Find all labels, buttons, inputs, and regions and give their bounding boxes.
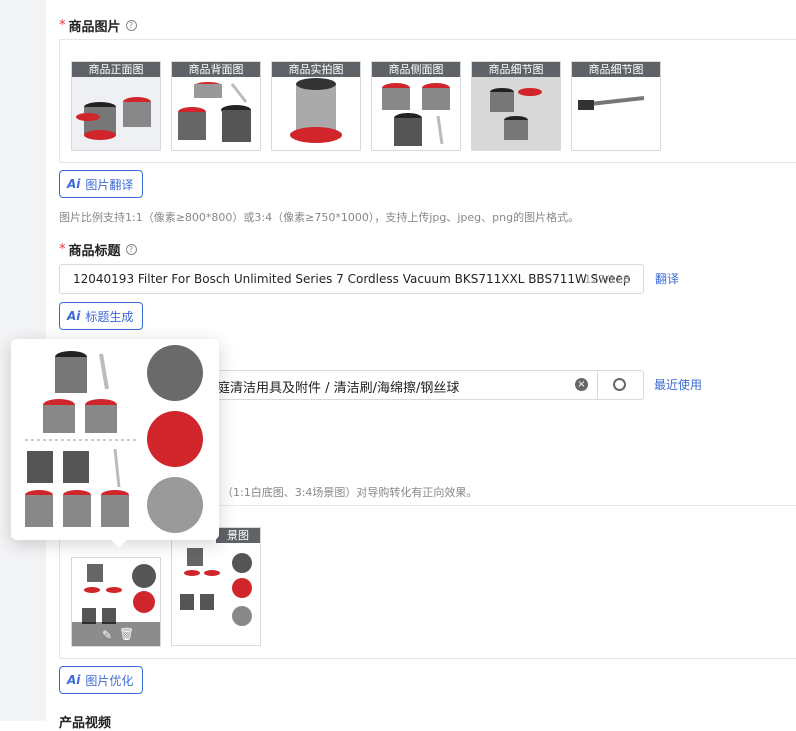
product-image-thumb[interactable]: 商品背面图	[171, 61, 261, 151]
product-image-thumb[interactable]: 商品正面图	[71, 61, 161, 151]
recent-used-link[interactable]: 最近使用	[654, 376, 702, 393]
product-images-label: * 商品图片 ?	[59, 16, 137, 35]
title-translate-link[interactable]: 翻译	[655, 270, 679, 287]
scene-image-thumb[interactable]: 景图	[171, 527, 261, 646]
image-optimize-button[interactable]: Ai 图片优化	[59, 666, 144, 694]
image-preview-popover	[11, 339, 219, 548]
product-image-thumb[interactable]: 商品实拍图	[271, 61, 361, 151]
scene-image-hint: （1:1白底图、3:4场景图）对导购转化有正向效果。	[222, 486, 478, 499]
filter-product-image	[180, 548, 252, 626]
next-section-label: 产品视频	[59, 716, 112, 731]
category-input[interactable]: 庭清洁用具及附件 / 清洁刷/海绵擦/钢丝球 ×	[210, 370, 644, 400]
product-image-thumb[interactable]: 商品细节图	[471, 61, 561, 151]
title-generate-button[interactable]: Ai 标题生成	[59, 302, 144, 330]
thumb-action-bar	[72, 622, 160, 646]
product-image-thumb[interactable]: 商品侧面图	[371, 61, 461, 151]
search-icon[interactable]	[613, 378, 626, 391]
product-image-thumb[interactable]: 商品细节图	[571, 61, 661, 151]
image-translate-button[interactable]: Ai 图片翻译	[59, 170, 144, 198]
question-circle-icon[interactable]: ?	[125, 244, 137, 255]
product-title-input[interactable]: 12040193 Filter For Bosch Unlimited Seri…	[59, 264, 644, 294]
question-circle-icon[interactable]: ?	[125, 20, 137, 31]
edit-icon[interactable]: ✎	[102, 628, 112, 642]
clear-icon[interactable]: ×	[575, 378, 588, 391]
search-divider	[597, 371, 598, 399]
delete-icon[interactable]: 🗑	[119, 627, 134, 641]
scene-image-thumb[interactable]: ✎ 🗑	[71, 557, 161, 647]
product-title-label: * 商品标题 ?	[59, 240, 137, 259]
filter-product-image	[25, 345, 203, 533]
image-format-hint: 图片比例支持1:1（像素≥800*800）或3:4（像素≥750*1000），支…	[59, 211, 580, 224]
